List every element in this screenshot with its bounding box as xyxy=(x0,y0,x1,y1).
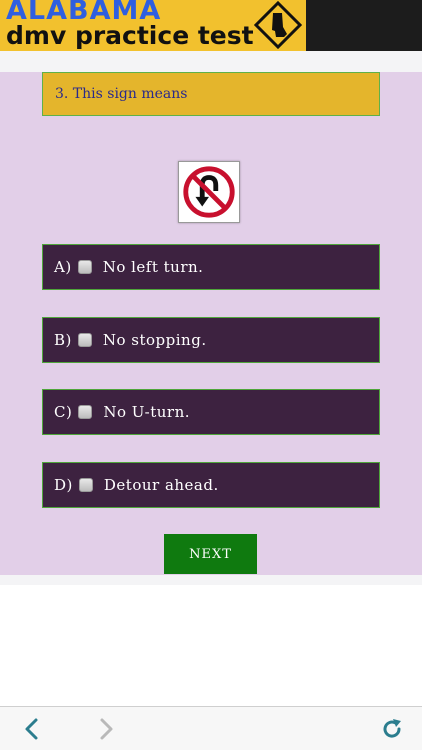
option-letter: D) xyxy=(54,476,73,494)
option-letter: C) xyxy=(54,403,73,421)
banner-subtitle: dmv practice test xyxy=(6,21,254,50)
browser-toolbar xyxy=(0,706,422,750)
option-b[interactable]: B) No stopping. xyxy=(42,317,380,363)
option-checkbox[interactable] xyxy=(77,333,92,347)
next-button[interactable]: NEXT xyxy=(164,534,257,574)
option-checkbox[interactable] xyxy=(78,405,93,419)
option-letter: B) xyxy=(54,331,72,349)
option-label: Detour ahead. xyxy=(103,476,219,494)
banner-logo: ALABAMA dmv practice test xyxy=(0,0,306,51)
top-spacer xyxy=(0,51,422,72)
app-banner: ALABAMA dmv practice test xyxy=(0,0,422,51)
bottom-spacer xyxy=(0,575,422,585)
option-checkbox[interactable] xyxy=(78,478,93,492)
option-letter: A) xyxy=(54,258,72,276)
chevron-left-icon[interactable] xyxy=(20,717,44,741)
option-label: No U-turn. xyxy=(103,403,191,421)
option-a[interactable]: A) No left turn. xyxy=(42,244,380,290)
quiz-panel: 3. This sign means A) No left turn. B) N… xyxy=(0,72,422,575)
reload-icon[interactable] xyxy=(380,717,404,741)
no-u-turn-sign-image xyxy=(178,161,240,223)
option-d[interactable]: D) Detour ahead. xyxy=(42,462,380,508)
option-label: No stopping. xyxy=(102,331,207,349)
chevron-right-icon[interactable] xyxy=(94,717,118,741)
alabama-sign-icon xyxy=(254,1,302,49)
question-text: 3. This sign means xyxy=(42,72,380,116)
option-label: No left turn. xyxy=(102,258,204,276)
option-checkbox[interactable] xyxy=(77,260,92,274)
option-c[interactable]: C) No U-turn. xyxy=(42,389,380,435)
